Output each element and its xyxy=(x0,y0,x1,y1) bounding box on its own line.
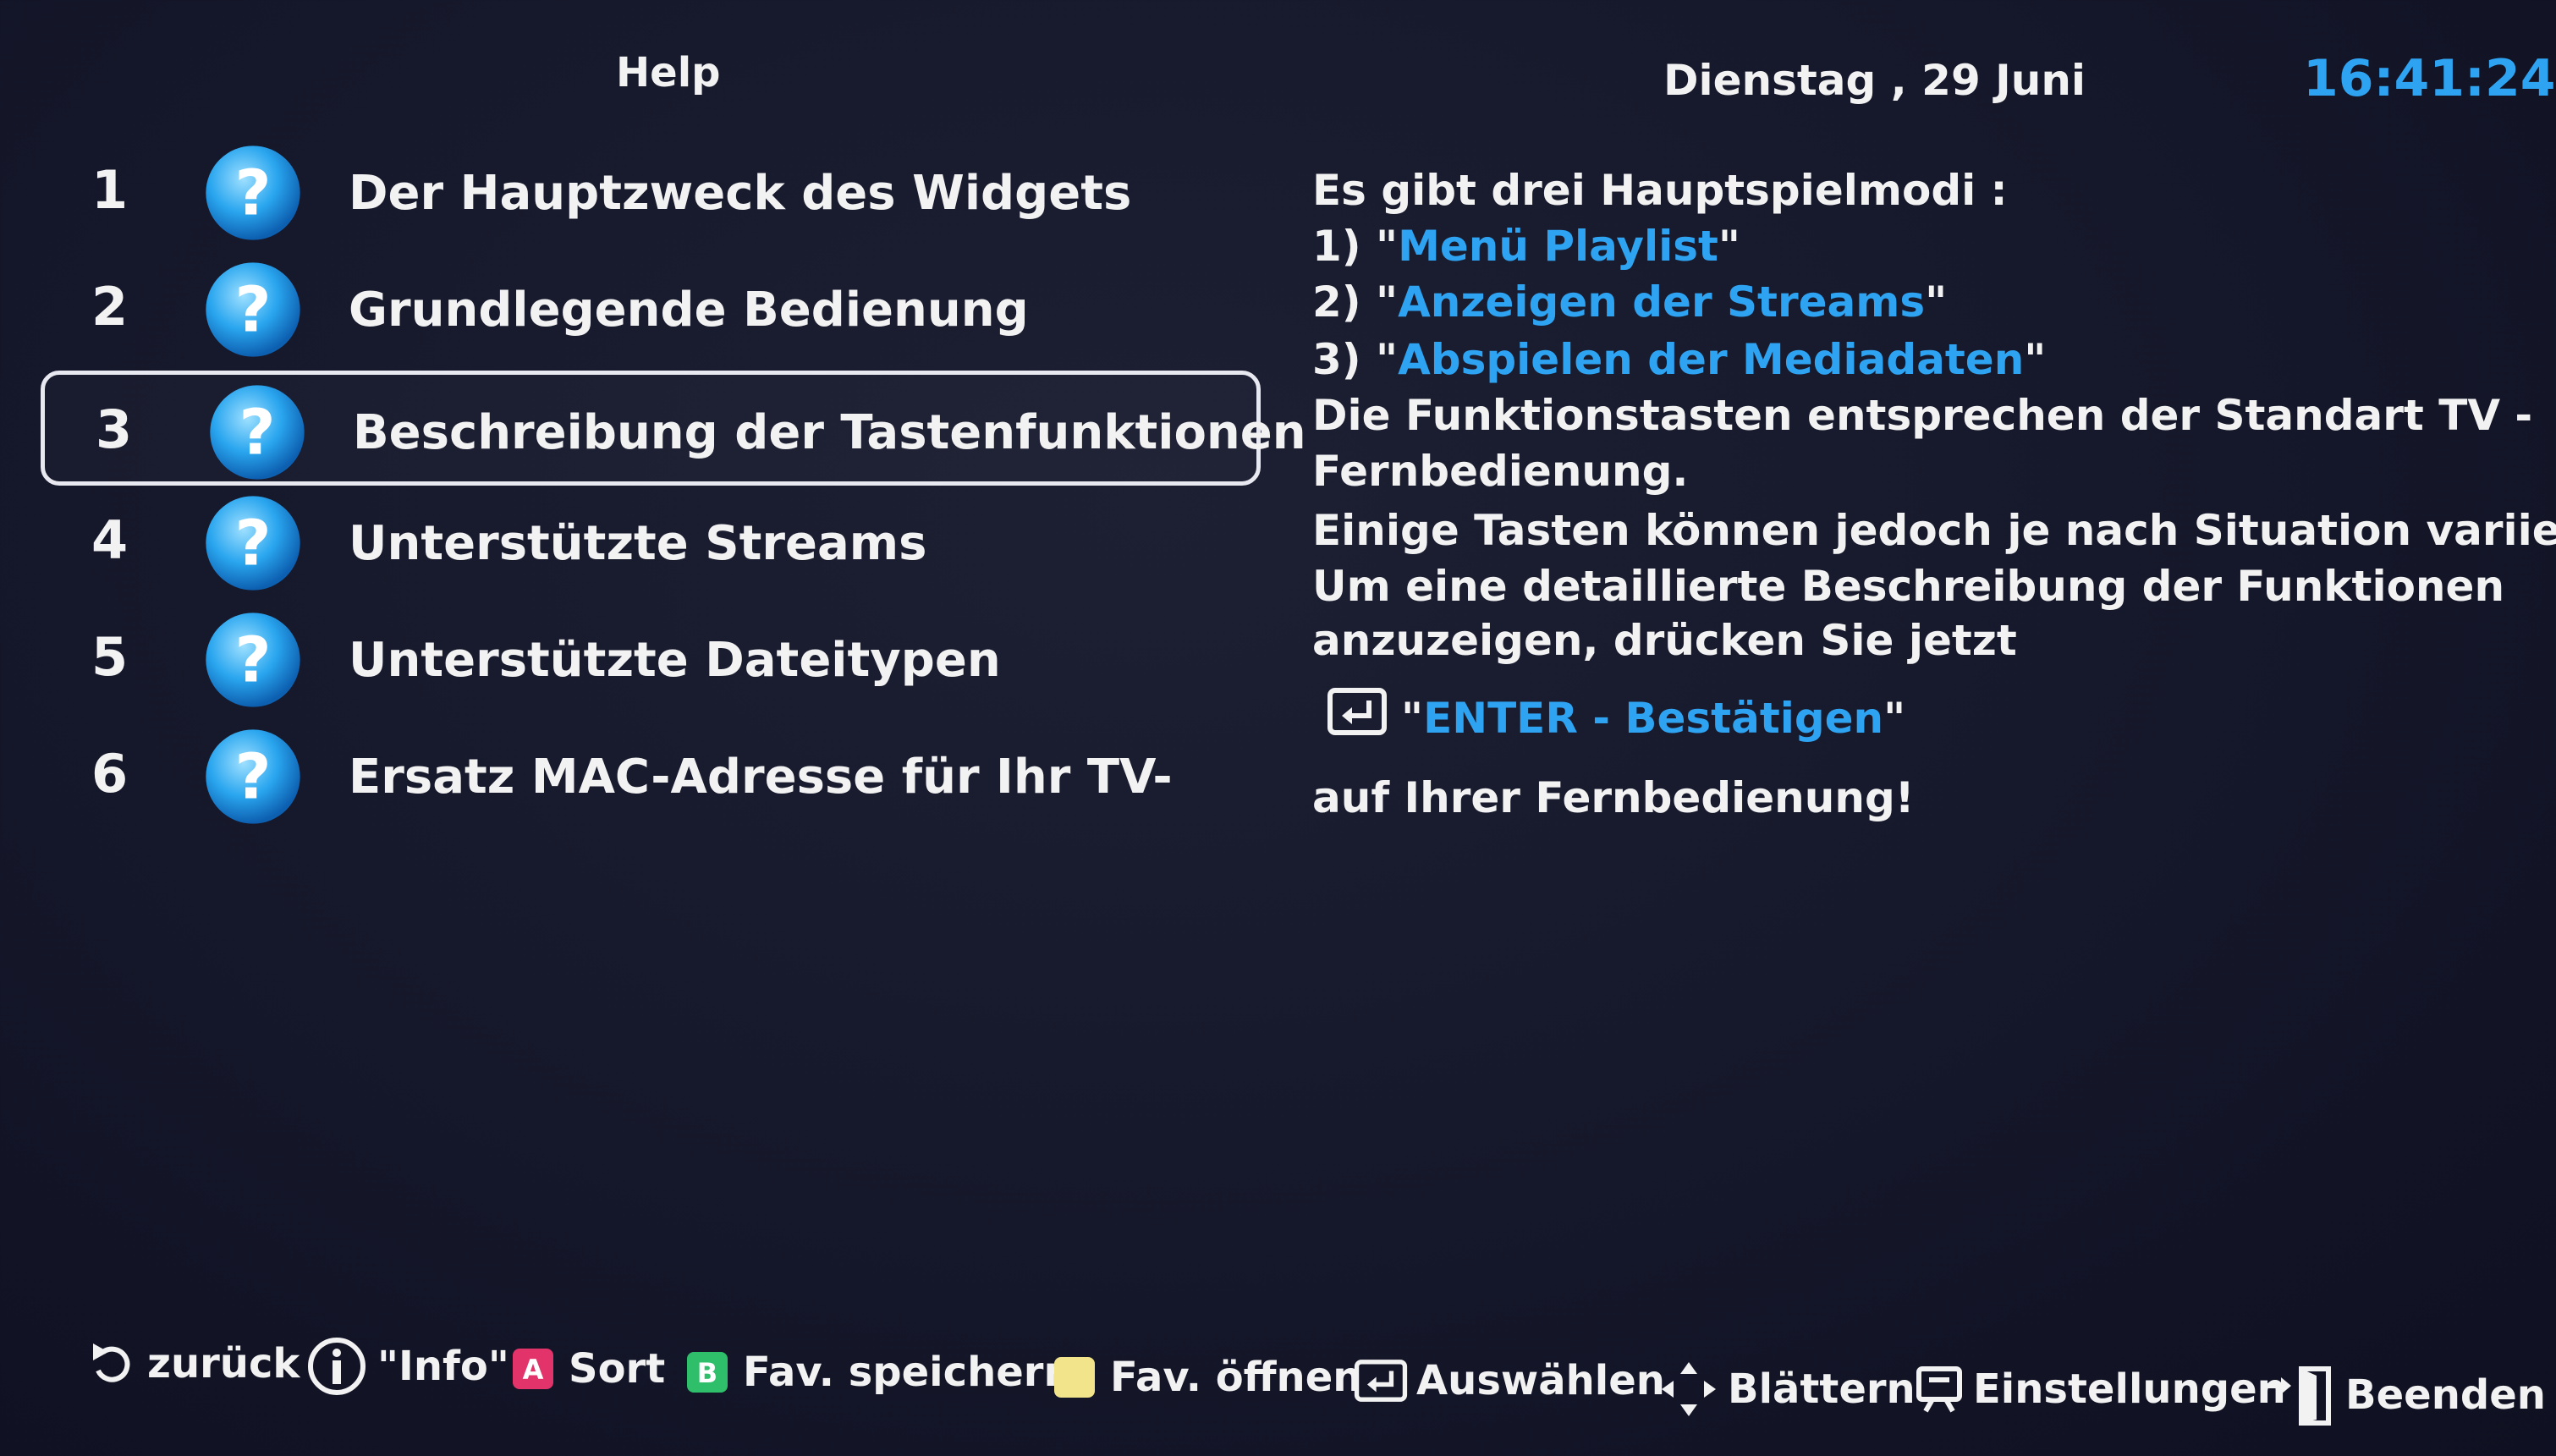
mode-prefix: 3) " xyxy=(1312,335,1399,384)
svg-text:?: ? xyxy=(234,157,271,230)
mode-3: 3) "Abspielen der Mediadaten" xyxy=(1312,335,2046,384)
menu-item-6[interactable]: 6 ? Ersatz MAC-Adresse für Ihr TV- xyxy=(41,719,1261,834)
info-label: "Info" xyxy=(377,1343,509,1390)
svg-text:?: ? xyxy=(234,624,271,697)
enter-icon xyxy=(1327,688,1387,735)
question-icon: ? xyxy=(206,729,300,824)
menu-item-4[interactable]: 4 ? Unterstützte Streams xyxy=(41,486,1261,601)
menu-item-number: 1 xyxy=(91,159,129,221)
menu-item-3[interactable]: 3 ? Beschreibung der Tastenfunktionen xyxy=(41,371,1306,486)
svg-text:?: ? xyxy=(234,273,271,347)
enter-label: ENTER - Bestätigen xyxy=(1423,694,1884,743)
menu-item-label: Der Hauptzweck des Widgets xyxy=(349,166,1132,221)
question-icon: ? xyxy=(206,146,300,240)
select-button[interactable]: Auswählen xyxy=(1354,1357,1665,1404)
fav-save-button[interactable]: B Fav. speichern xyxy=(687,1349,1073,1396)
menu-item-number: 3 xyxy=(96,398,133,460)
svg-text:?: ? xyxy=(234,740,271,814)
mode-name: Abspielen der Mediadaten xyxy=(1398,335,2025,384)
page-title: Help xyxy=(616,49,721,96)
description-line-5: anzuzeigen, drücken Sie jetzt xyxy=(1312,616,2017,665)
scroll-button[interactable]: Blättern xyxy=(1658,1359,1916,1420)
menu-item-label: Unterstützte Streams xyxy=(349,516,927,571)
select-label: Auswählen xyxy=(1416,1357,1665,1404)
description-line-4: Um eine detaillierte Beschreibung der Fu… xyxy=(1312,562,2505,611)
enter-quote-open: " xyxy=(1401,694,1424,743)
return-icon xyxy=(93,1343,130,1382)
arrows-icon xyxy=(1662,1362,1716,1416)
green-key-letter: B xyxy=(696,1357,718,1389)
exit-button[interactable]: Beenden xyxy=(2264,1364,2546,1426)
menu-item-number: 5 xyxy=(91,626,129,688)
menu-item-label: Unterstützte Dateitypen xyxy=(349,633,1001,688)
mode-suffix: " xyxy=(1925,277,1948,327)
scroll-label: Blättern xyxy=(1728,1365,1916,1413)
description-line-3: Einige Tasten können jedoch je nach Situ… xyxy=(1312,506,2556,555)
description-line-2: Fernbedienung. xyxy=(1312,447,1689,496)
question-icon: ? xyxy=(206,613,300,707)
mode-suffix: " xyxy=(2024,335,2047,384)
mode-suffix: " xyxy=(1718,222,1740,271)
description-intro: Es gibt drei Hauptspielmodi : xyxy=(1312,166,2008,215)
fav-open-label: Fav. öffnen xyxy=(1110,1354,1362,1401)
mode-prefix: 2) " xyxy=(1312,277,1399,327)
sort-button[interactable]: A Sort xyxy=(513,1345,665,1393)
question-icon: ? xyxy=(210,385,305,480)
enter-hint: "ENTER - Bestätigen" xyxy=(1401,694,1905,743)
mode-name: Anzeigen der Streams xyxy=(1398,277,1926,327)
menu-item-2[interactable]: 2 ? Grundlegende Bedienung xyxy=(41,252,1261,367)
clock-display: 16:41:24 xyxy=(2303,49,2556,108)
fav-save-label: Fav. speichern xyxy=(743,1349,1073,1396)
info-button[interactable]: "Info" xyxy=(305,1337,509,1396)
description-line-6: auf Ihrer Fernbedienung! xyxy=(1312,773,1915,822)
svg-text:?: ? xyxy=(234,507,271,580)
svg-text:?: ? xyxy=(239,396,275,470)
back-label: zurück xyxy=(147,1340,300,1387)
menu-item-5[interactable]: 5 ? Unterstützte Dateitypen xyxy=(41,602,1261,717)
settings-button[interactable]: Einstellungen xyxy=(1914,1364,2286,1415)
red-key-letter: A xyxy=(522,1354,544,1386)
back-button[interactable]: zurück xyxy=(86,1340,300,1387)
question-icon: ? xyxy=(206,496,300,591)
menu-item-1[interactable]: 1 ? Der Hauptzweck des Widgets xyxy=(41,135,1261,250)
green-key-icon: B xyxy=(687,1352,728,1393)
menu-item-number: 6 xyxy=(91,743,129,805)
settings-label: Einstellungen xyxy=(1973,1365,2286,1413)
menu-item-label: Ersatz MAC-Adresse für Ihr TV- xyxy=(349,750,1173,805)
menu-item-label: Grundlegende Bedienung xyxy=(349,283,1029,338)
settings-icon xyxy=(1916,1366,1962,1413)
exit-door-icon xyxy=(2266,1366,2331,1426)
info-icon xyxy=(308,1338,366,1395)
enter-icon xyxy=(1354,1360,1408,1402)
enter-quote-close: " xyxy=(1883,694,1906,743)
menu-item-number: 2 xyxy=(91,276,129,338)
mode-name: Menü Playlist xyxy=(1398,222,1718,271)
yellow-key-icon xyxy=(1054,1357,1095,1398)
menu-item-number: 4 xyxy=(91,509,129,571)
menu-item-label: Beschreibung der Tastenfunktionen xyxy=(353,405,1306,460)
mode-prefix: 1) " xyxy=(1312,222,1399,271)
exit-label: Beenden xyxy=(2345,1371,2546,1419)
mode-2: 2) "Anzeigen der Streams" xyxy=(1312,277,1947,327)
sort-label: Sort xyxy=(569,1345,666,1393)
description-line-1: Die Funktionstasten entsprechen der Stan… xyxy=(1312,391,2533,440)
mode-1: 1) "Menü Playlist" xyxy=(1312,222,1740,271)
fav-open-button[interactable]: Fav. öffnen xyxy=(1054,1354,1361,1401)
red-key-icon: A xyxy=(513,1349,553,1389)
date-display: Dienstag , 29 Juni xyxy=(1663,56,2086,105)
question-icon: ? xyxy=(206,262,300,357)
